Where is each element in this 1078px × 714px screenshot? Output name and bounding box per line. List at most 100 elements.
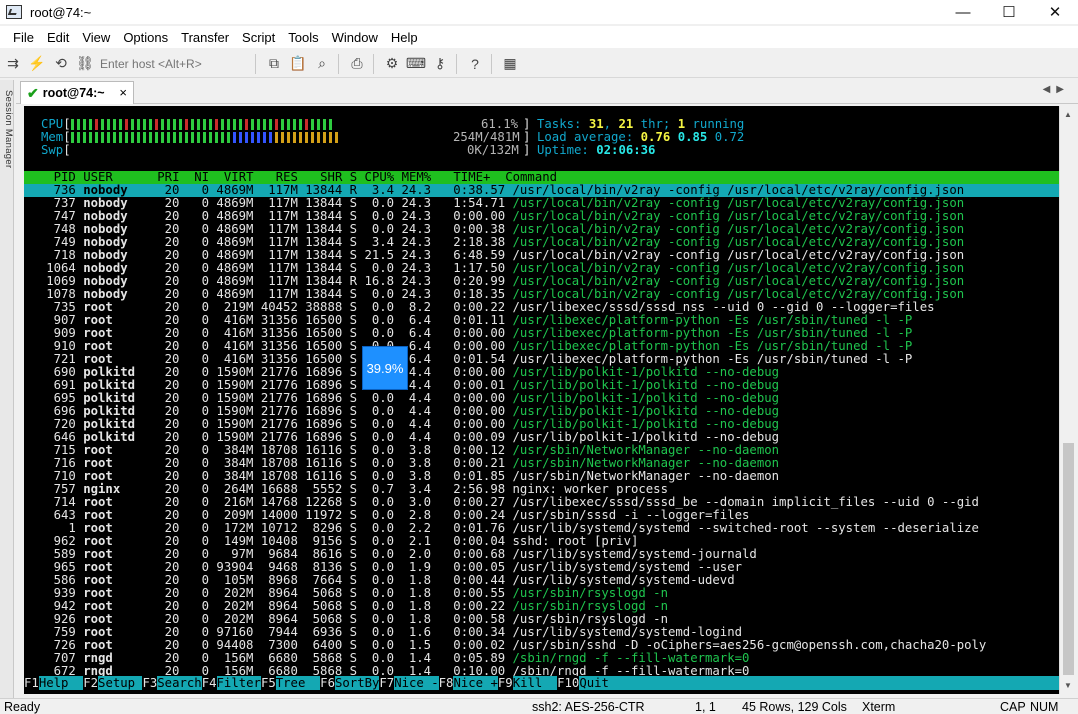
fkey-f1[interactable]: F1 — [24, 676, 39, 690]
menu-window[interactable]: Window — [326, 30, 384, 45]
meter-tick — [112, 119, 116, 130]
meter-tick — [208, 132, 212, 143]
disconnect-icon[interactable]: ⛓ — [74, 53, 96, 75]
sftp-icon[interactable]: ▦ — [499, 53, 521, 75]
meter-tick — [280, 132, 284, 143]
cell-cmd: /usr/local/bin/v2ray -config /usr/local/… — [512, 261, 965, 275]
meter-tick — [268, 119, 272, 130]
fkey-f9[interactable]: F9 — [497, 676, 513, 690]
menu-file[interactable]: File — [7, 30, 40, 45]
cell-cmd: /usr/lib/systemd/systemd-logind — [512, 625, 743, 639]
cell-cmd: /usr/lib/polkit-1/polkitd --no-debug — [512, 365, 780, 379]
fkey-label[interactable]: Help — [39, 676, 83, 690]
status-cipher: ssh2: AES-256-CTR — [532, 700, 645, 714]
keymap-icon[interactable]: ⌨ — [405, 53, 427, 75]
meter-tick — [232, 119, 236, 130]
scrollbar-thumb[interactable] — [1063, 443, 1074, 675]
fkey-label[interactable]: Filter — [217, 676, 261, 690]
cell-cmd: /usr/libexec/sssd/sssd_be --domain impli… — [512, 495, 979, 509]
fkey-f10[interactable]: F10 — [557, 676, 580, 690]
toolbar-divider — [338, 53, 339, 74]
fkey-f7[interactable]: F7 — [379, 676, 395, 690]
menu-edit[interactable]: Edit — [41, 30, 75, 45]
help-icon[interactable]: ? — [464, 53, 486, 75]
copy-icon[interactable]: ⧉ — [263, 53, 285, 75]
meter-tick — [238, 132, 242, 143]
meter-tick — [214, 132, 218, 143]
fkey-label[interactable]: Setup — [98, 676, 142, 690]
fkey-label[interactable]: Nice + — [453, 676, 497, 690]
menu-script[interactable]: Script — [236, 30, 281, 45]
cell-cmd: /usr/lib/polkit-1/polkitd --no-debug — [512, 430, 780, 444]
meter-tick — [100, 119, 104, 130]
uptime-line: Uptime: 02:06:36 — [537, 143, 656, 157]
print-icon[interactable]: ⎙ — [346, 53, 368, 75]
fkey-label[interactable]: Nice - — [394, 676, 438, 690]
meter-tick — [208, 119, 212, 130]
meter-tick — [136, 132, 140, 143]
meter-tick — [190, 132, 194, 143]
function-key-bar: F1 Help F2 Setup F3 Search F4 Filter F5 Tree F6… — [24, 676, 1059, 690]
fkey-label[interactable]: Tree — [276, 676, 320, 690]
menu-view[interactable]: View — [76, 30, 116, 45]
cell-cmd: /usr/libexec/platform-python -Es /usr/sb… — [512, 326, 913, 340]
fkey-f6[interactable]: F6 — [320, 676, 335, 690]
status-ready: Ready — [4, 700, 41, 714]
status-size: 45 Rows, 129 Cols — [742, 700, 847, 714]
cell-cmd: /usr/lib/polkit-1/polkitd --no-debug — [512, 417, 780, 431]
host-input[interactable] — [100, 53, 250, 74]
connect-icon[interactable]: ⇉ — [2, 53, 24, 75]
reconnect-icon[interactable]: ⟲ — [50, 53, 72, 75]
fkey-label[interactable]: Kill — [513, 676, 557, 690]
find-icon[interactable]: ⌕ — [311, 53, 333, 75]
fkey-f2[interactable]: F2 — [83, 676, 99, 690]
scroll-down-icon[interactable]: ▼ — [1064, 681, 1072, 690]
meter-tick — [160, 119, 164, 130]
fkey-f8[interactable]: F8 — [438, 676, 454, 690]
cell-cmd: /usr/sbin/sssd -i --logger=files — [512, 508, 750, 522]
meter-tick — [316, 132, 320, 143]
fkey-f3[interactable]: F3 — [142, 676, 158, 690]
meter-tick — [226, 132, 230, 143]
tab-scroll-arrows[interactable]: ◀▶ — [1043, 84, 1070, 95]
menu-help[interactable]: Help — [385, 30, 424, 45]
menu-options[interactable]: Options — [117, 30, 174, 45]
window-title: root@74:~ — [30, 4, 92, 20]
meter-tick — [154, 119, 158, 130]
cell-cmd: /usr/lib/polkit-1/polkitd --no-debug — [512, 404, 780, 418]
meter-tick — [328, 119, 332, 130]
title-bar: root@74:~ — ☐ ✕ — [0, 0, 1078, 24]
fkey-f4[interactable]: F4 — [201, 676, 217, 690]
session-manager-sidebar[interactable]: Session Manager — [0, 80, 14, 700]
tab-close-icon[interactable]: × — [119, 85, 127, 100]
toolbar: ⇉ ⚡ ⟲ ⛓ ⧉ 📋 ⌕ ⎙ ⚙ ⌨ ⚷ ? ▦ — [0, 50, 1078, 78]
meter-tick — [166, 132, 170, 143]
tab-session[interactable]: ✔ root@74:~ × — [20, 81, 134, 104]
meter-tick — [196, 132, 200, 143]
fkey-label[interactable]: Quit — [579, 676, 609, 690]
key-icon[interactable]: ⚷ — [429, 53, 451, 75]
vertical-scrollbar[interactable]: ▲ ▼ — [1059, 106, 1076, 694]
minimize-button[interactable]: — — [940, 0, 986, 24]
meter-tick — [190, 119, 194, 130]
meter-tick — [214, 119, 218, 130]
scroll-up-icon[interactable]: ▲ — [1064, 110, 1072, 119]
settings-gear-icon[interactable]: ⚙ — [381, 53, 403, 75]
close-button[interactable]: ✕ — [1032, 0, 1078, 24]
meter-tick — [82, 132, 86, 143]
fkey-f5[interactable]: F5 — [260, 676, 276, 690]
paste-icon[interactable]: 📋 — [287, 53, 309, 75]
meter-tick — [142, 119, 146, 130]
terminal[interactable]: CPU[61.1%] Mem[254M/481M] Swp[0K/132M] T… — [24, 106, 1059, 694]
quick-connect-icon[interactable]: ⚡ — [26, 53, 48, 75]
menu-transfer[interactable]: Transfer — [175, 30, 235, 45]
fkey-label[interactable]: SortBy — [335, 676, 379, 690]
process-table: 736 nobody 20 0 4869M 117M 13844 R 3.4 24.3 0:38.5… — [24, 184, 1059, 678]
fkey-label[interactable]: Search — [157, 676, 201, 690]
menu-tools[interactable]: Tools — [282, 30, 324, 45]
meter-tick — [178, 132, 182, 143]
maximize-button[interactable]: ☐ — [986, 0, 1032, 24]
cpu-tooltip: 39.9% — [362, 346, 408, 390]
meter-tick — [184, 132, 188, 143]
meter-tick — [244, 119, 248, 130]
